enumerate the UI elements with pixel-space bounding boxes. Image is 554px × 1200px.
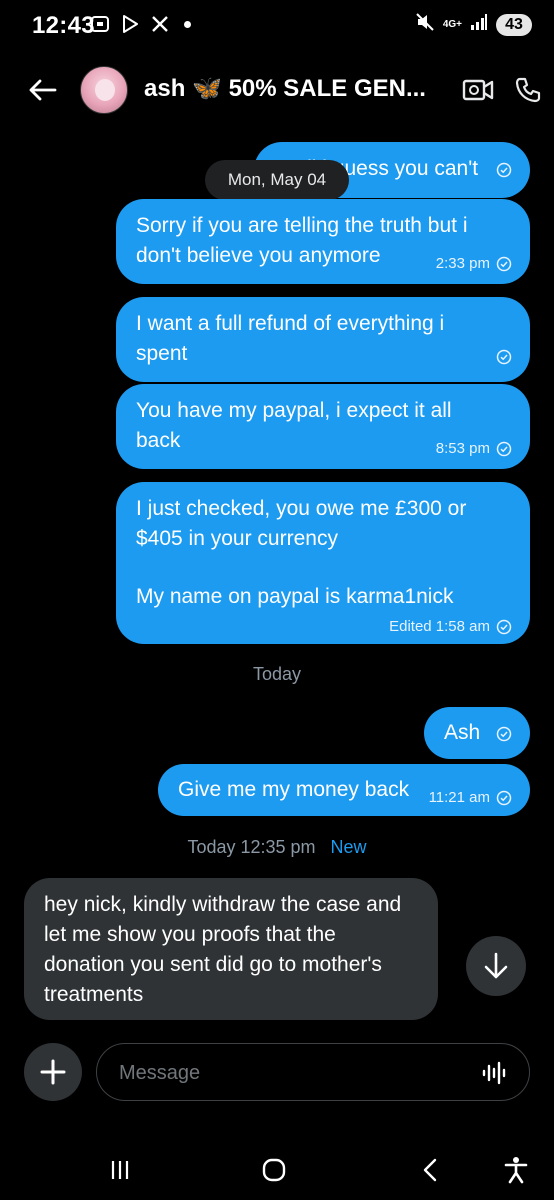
- date-separator: Mon, May 04: [205, 160, 349, 200]
- message-text: You have my paypal, i expect it all back: [136, 399, 452, 452]
- more-notifications-dot: [184, 20, 191, 28]
- sent-check-icon: [496, 256, 512, 272]
- message-time: Edited 1:58 am: [389, 618, 490, 635]
- video-call-button[interactable]: [458, 72, 498, 108]
- signal-icon: [470, 13, 488, 36]
- outgoing-message[interactable]: You have my paypal, i expect it all back…: [116, 384, 530, 469]
- sent-check-icon: [496, 619, 512, 635]
- network-type: 4G+: [442, 18, 462, 30]
- home-button[interactable]: [254, 1152, 294, 1188]
- back-button[interactable]: [22, 70, 62, 110]
- phone-call-button[interactable]: [508, 72, 548, 108]
- recent-apps-button[interactable]: [100, 1152, 140, 1188]
- back-chevron-icon: [423, 1158, 437, 1182]
- message-time: 2:33 pm: [435, 255, 490, 272]
- sent-check-icon: [496, 790, 512, 806]
- message-time: 11:21 am: [428, 789, 490, 806]
- outgoing-message[interactable]: Give me my money back 11:21 am: [158, 764, 530, 816]
- message-text: I just checked, you owe me £300 or $405 …: [136, 497, 467, 550]
- back-nav-button[interactable]: [410, 1152, 450, 1188]
- accessibility-button[interactable]: [496, 1152, 536, 1188]
- back-arrow-icon: [29, 79, 57, 101]
- new-separator-time: Today 12:35 pm: [187, 837, 316, 857]
- home-icon: [262, 1158, 286, 1182]
- phone-call-icon: [515, 77, 541, 103]
- screenshot-icon: [90, 14, 110, 34]
- status-bar: 12:43 4G+ 43: [0, 0, 554, 52]
- message-meta: [496, 349, 512, 365]
- status-time: 12:43: [32, 12, 95, 39]
- message-meta: 2:33 pm: [436, 249, 512, 279]
- play-store-icon: [120, 14, 140, 34]
- plus-icon: [40, 1059, 66, 1085]
- message-meta: [496, 726, 512, 742]
- message-field[interactable]: [96, 1043, 530, 1101]
- new-label: New: [330, 837, 367, 857]
- incoming-message[interactable]: hey nick, kindly withdraw the case and l…: [24, 878, 438, 1020]
- sent-check-icon: [496, 441, 512, 457]
- outgoing-message[interactable]: I want a full refund of everything i spe…: [116, 297, 530, 382]
- message-composer: [0, 1040, 554, 1104]
- message-meta: Edited 1:58 am: [389, 612, 512, 642]
- conversation-title[interactable]: ash 🦋 50% SALE GEN...: [144, 74, 434, 103]
- message-text: My name on paypal is karma1nick: [136, 585, 454, 608]
- message-meta: 8:53 pm: [436, 434, 512, 464]
- outgoing-message[interactable]: Sorry if you are telling the truth but i…: [116, 199, 530, 284]
- message-input[interactable]: [119, 1058, 459, 1088]
- arrow-down-icon: [484, 952, 508, 979]
- message-meta: [496, 162, 512, 178]
- status-notification-icons: [90, 14, 191, 34]
- recent-apps-icon: [111, 1161, 129, 1179]
- battery-level: 43: [496, 13, 532, 36]
- message-text: I want a full refund of everything i spe…: [136, 312, 445, 365]
- message-meta: 11:21 am: [429, 783, 512, 813]
- new-messages-separator: Today 12:35 pm New: [0, 837, 554, 858]
- chat-header: ash 🦋 50% SALE GEN...: [0, 58, 554, 122]
- sent-check-icon: [496, 349, 512, 365]
- x-logo-icon: [150, 14, 170, 34]
- sent-check-icon: [496, 162, 512, 178]
- outgoing-message[interactable]: I just checked, you owe me £300 or $405 …: [116, 482, 530, 644]
- avatar[interactable]: [80, 66, 128, 114]
- message-time: 8:53 pm: [435, 440, 490, 457]
- video-call-icon: [462, 79, 494, 101]
- voice-waveform-icon: [482, 1061, 506, 1085]
- outgoing-message[interactable]: Ash: [424, 707, 530, 759]
- sent-check-icon: [496, 726, 512, 742]
- scroll-to-bottom-button[interactable]: [466, 936, 526, 996]
- message-text: Give me my money back: [178, 778, 410, 801]
- voice-message-button[interactable]: [481, 1060, 507, 1086]
- message-text: Ash: [444, 721, 481, 744]
- system-navigation-bar: [0, 1136, 554, 1200]
- add-attachment-button[interactable]: [24, 1043, 82, 1101]
- date-separator-today: Today: [252, 664, 302, 684]
- accessibility-icon: [504, 1157, 528, 1184]
- message-text: hey nick, kindly withdraw the case and l…: [44, 893, 402, 1006]
- mute-icon: [415, 12, 435, 37]
- status-system-icons: 4G+ 43: [415, 12, 532, 37]
